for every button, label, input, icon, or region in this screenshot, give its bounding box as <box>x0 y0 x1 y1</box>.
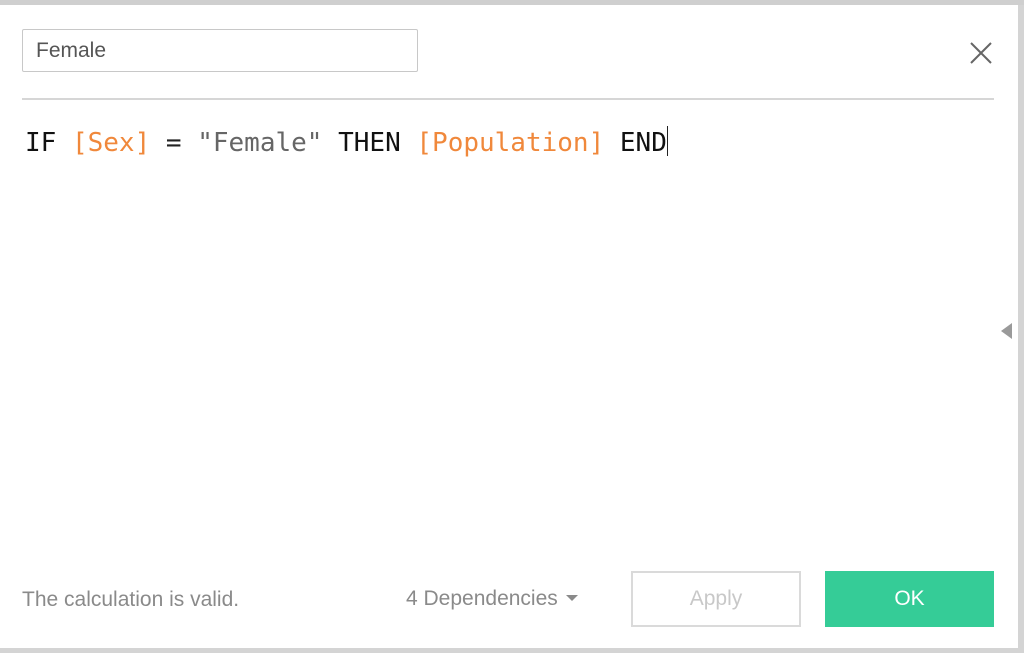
ok-button[interactable]: OK <box>825 571 994 627</box>
divider <box>22 98 994 100</box>
apply-button[interactable]: Apply <box>631 571 801 627</box>
dependencies-label: 4 Dependencies <box>406 587 558 610</box>
calculation-dialog: IF [Sex] = "Female" THEN [Population] EN… <box>0 5 1018 648</box>
dependencies-dropdown[interactable]: 4 Dependencies <box>406 587 578 611</box>
keyword-end: END <box>619 128 667 158</box>
validation-status: The calculation is valid. <box>22 588 240 611</box>
operator: = <box>165 128 182 158</box>
caret-down-icon <box>565 595 578 601</box>
calculation-name-input[interactable] <box>22 29 418 72</box>
close-icon[interactable] <box>966 38 996 68</box>
keyword-then: THEN <box>338 128 401 158</box>
formula-editor[interactable]: IF [Sex] = "Female" THEN [Population] EN… <box>25 126 669 158</box>
collapse-left-icon[interactable] <box>1001 323 1012 339</box>
string-literal: "Female" <box>197 128 323 158</box>
field-population: [Population] <box>416 128 605 158</box>
keyword-if: IF <box>25 128 57 158</box>
text-caret <box>666 126 669 156</box>
field-sex: [Sex] <box>71 128 151 158</box>
